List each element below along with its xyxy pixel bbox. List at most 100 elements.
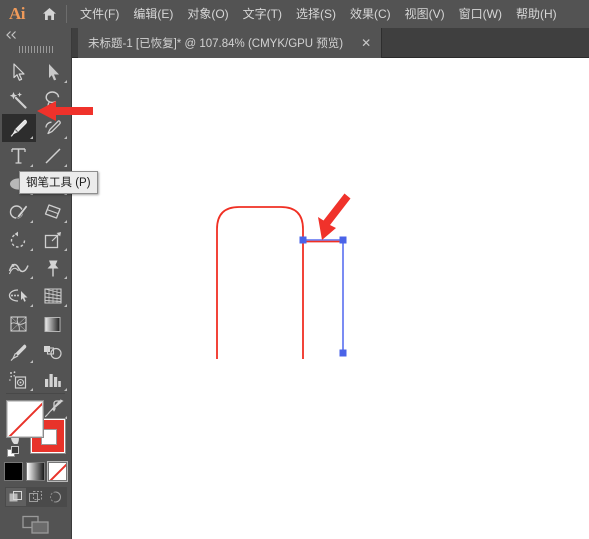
- scale-icon: [44, 231, 61, 248]
- eyedropper-tool[interactable]: [2, 338, 36, 366]
- perspective-grid-tool[interactable]: [36, 282, 70, 310]
- draw-normal-icon: [9, 491, 22, 502]
- menu-item-file[interactable]: 文件(F): [73, 4, 126, 24]
- magic-wand-tool[interactable]: [2, 86, 36, 114]
- document-tab-title: 未标题-1 [已恢复]* @ 107.84% (CMYK/GPU 预览): [88, 38, 344, 50]
- selection-tool[interactable]: [2, 58, 36, 86]
- menu-item-object[interactable]: 对象(O): [180, 4, 235, 24]
- draw-mode-row: [4, 487, 67, 507]
- default-fill-stroke-icon[interactable]: [6, 446, 20, 459]
- fill-swatch[interactable]: [5, 400, 44, 438]
- draw-inside-button[interactable]: [46, 488, 66, 506]
- flyout-indicator: [63, 164, 67, 167]
- none-mode-button[interactable]: [47, 461, 68, 482]
- draw-normal-button[interactable]: [5, 488, 26, 506]
- screen-mode-icon: [21, 515, 49, 534]
- bar-graph-icon: [45, 374, 61, 387]
- lasso-tool[interactable]: [36, 86, 70, 114]
- flyout-indicator: [29, 304, 33, 307]
- selected-path[interactable]: [303, 239, 344, 353]
- change-screen-mode[interactable]: [0, 515, 71, 535]
- blend-tool[interactable]: [36, 338, 70, 366]
- flyout-indicator: [63, 136, 67, 139]
- none-slash-icon: [8, 402, 42, 436]
- symbol-sprayer-tool[interactable]: [2, 366, 36, 394]
- free-transform-tool[interactable]: [36, 254, 70, 282]
- eraser-icon: [44, 204, 61, 219]
- gradient-mode-button[interactable]: [26, 462, 45, 481]
- illustrator-window: Ai 文件(F) 编辑(E) 对象(O) 文字(T) 选择(S) 效果(C) 视…: [0, 0, 589, 539]
- color-mode-row: [0, 461, 71, 482]
- rounded-rect-path[interactable]: [216, 206, 304, 359]
- eraser-tool[interactable]: [36, 198, 70, 226]
- menu-item-help[interactable]: 帮助(H): [509, 4, 564, 24]
- mesh-tool[interactable]: [2, 310, 36, 338]
- curvature-tool[interactable]: [36, 114, 70, 142]
- double-chevron-left-icon: [6, 31, 16, 39]
- scale-tool[interactable]: [36, 226, 70, 254]
- shape-builder-icon: [8, 289, 28, 302]
- panel-drag-handle[interactable]: [0, 42, 71, 56]
- tool-tooltip: 钢笔工具 (P): [19, 171, 98, 194]
- divider: [6, 393, 65, 394]
- flyout-indicator: [63, 304, 67, 307]
- magic-wand-icon: [9, 92, 27, 109]
- close-icon[interactable]: ✕: [357, 35, 375, 51]
- draw-inside-icon: [50, 491, 61, 503]
- shaper-tool[interactable]: [2, 198, 36, 226]
- anchor-point[interactable]: [339, 236, 347, 244]
- color-controls: [0, 393, 71, 539]
- symbol-sprayer-icon: [8, 370, 26, 389]
- collapse-panel-icon[interactable]: [0, 28, 71, 42]
- type-tool[interactable]: [2, 142, 36, 170]
- artboard-canvas[interactable]: [72, 58, 589, 539]
- draw-behind-button[interactable]: [26, 488, 46, 506]
- flyout-indicator: [63, 276, 67, 279]
- flyout-indicator: [29, 220, 33, 223]
- flyout-indicator: [29, 388, 33, 391]
- rotate-tool[interactable]: [2, 226, 36, 254]
- flyout-indicator: [29, 248, 33, 251]
- flyout-indicator: [29, 360, 33, 363]
- arrow-solid-icon: [12, 63, 25, 81]
- tools-panel: 钢笔工具 (P): [0, 28, 98, 539]
- curvature-pen-icon: [44, 119, 61, 134]
- anchor-point[interactable]: [299, 236, 307, 244]
- flyout-indicator: [63, 388, 67, 391]
- flyout-indicator: [29, 276, 33, 279]
- document-tab[interactable]: 未标题-1 [已恢复]* @ 107.84% (CMYK/GPU 预览) ✕: [78, 28, 383, 58]
- column-graph-tool[interactable]: [36, 366, 70, 394]
- menu-item-effect[interactable]: 效果(C): [343, 4, 398, 24]
- width-tool[interactable]: [2, 254, 36, 282]
- anchor-point[interactable]: [339, 349, 347, 357]
- home-icon-glyph: [42, 8, 56, 20]
- rotate-icon: [10, 231, 25, 248]
- blend-icon: [44, 346, 62, 360]
- gradient-tool[interactable]: [36, 310, 70, 338]
- width-warp-icon: [8, 263, 29, 275]
- menu-item-type[interactable]: 文字(T): [236, 4, 289, 24]
- grip-dots: [18, 45, 53, 53]
- type-T-icon: [11, 148, 26, 164]
- flyout-indicator: [63, 80, 67, 83]
- app-logo: Ai: [9, 4, 26, 23]
- direct-selection-tool[interactable]: [36, 58, 70, 86]
- shape-builder-tool[interactable]: [2, 282, 36, 310]
- menu-separator: [66, 5, 67, 23]
- menu-item-edit[interactable]: 编辑(E): [126, 4, 180, 24]
- pen-nib-icon: [10, 119, 27, 137]
- eyedropper-icon: [10, 343, 26, 361]
- pen-tool[interactable]: [1, 114, 36, 142]
- flyout-indicator: [29, 164, 33, 167]
- mesh-icon: [10, 316, 27, 332]
- line-segment-tool[interactable]: [36, 142, 70, 170]
- menu-item-select[interactable]: 选择(S): [289, 4, 343, 24]
- line-segment-icon: [44, 148, 61, 164]
- color-mode-button[interactable]: [4, 462, 23, 481]
- swap-fill-stroke-icon[interactable]: [51, 399, 65, 413]
- menu-item-window[interactable]: 窗口(W): [452, 4, 509, 24]
- flyout-indicator: [29, 136, 33, 139]
- home-icon[interactable]: [34, 0, 64, 28]
- menu-item-view[interactable]: 视图(V): [398, 4, 452, 24]
- perspective-grid-icon: [43, 288, 62, 304]
